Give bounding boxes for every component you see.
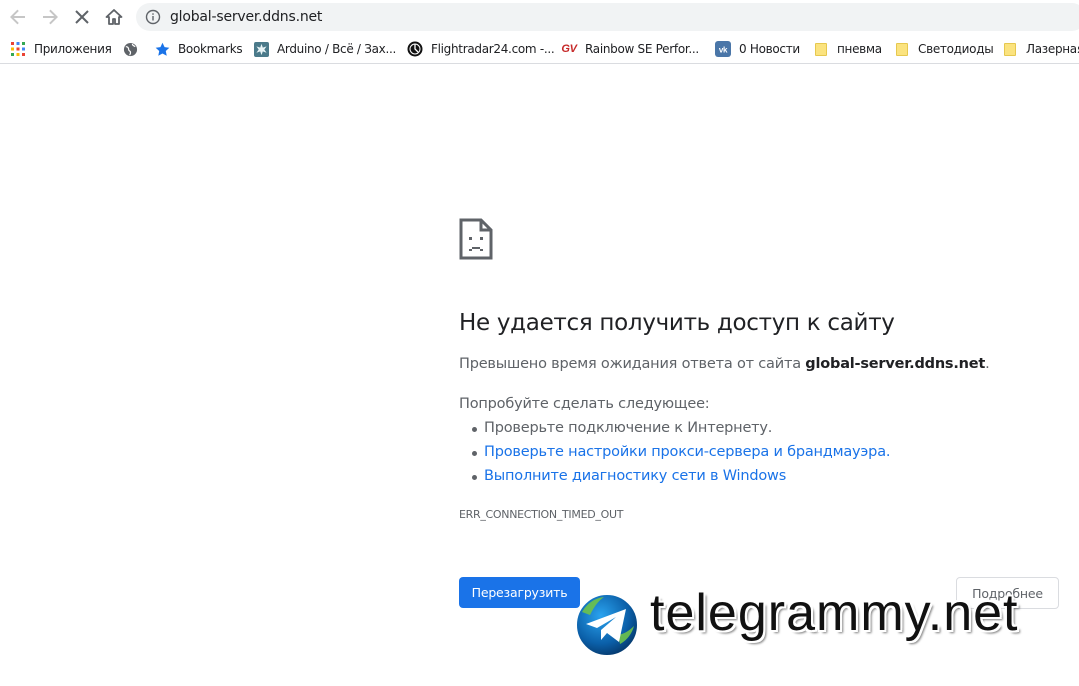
bookmark-label: Светодиоды [918, 42, 994, 56]
flightradar-icon [407, 41, 423, 57]
arduino-icon [253, 41, 269, 57]
bookmark-label: Приложения [34, 42, 112, 56]
bookmark-label: Bookmarks [178, 42, 243, 56]
back-button[interactable] [5, 4, 31, 30]
bookmark-label: 0 Новости [739, 42, 800, 56]
bookmark-apps[interactable]: Приложения [10, 40, 112, 58]
apps-grid-icon [10, 41, 26, 57]
telegram-logo-icon [575, 593, 639, 657]
bookmarks-bar: Приложения Bookmarks Arduino / Всё / Зах… [0, 34, 1079, 64]
suggestion-check-connection: Проверьте подключение к Интернету. [471, 420, 773, 436]
bookmark-rainbow[interactable]: GV Rainbow SE Perfor... [561, 40, 699, 58]
watermark-text: telegrammy.net [650, 584, 1019, 642]
error-message-prefix: Превышено время ожидания ответа от сайта [459, 356, 806, 372]
bookmark-vk[interactable]: vk 0 Новости [715, 40, 800, 58]
folder-icon [894, 41, 910, 57]
bookmark-bookmarks[interactable]: Bookmarks [154, 40, 243, 58]
bookmark-label: пневма [837, 42, 882, 56]
vk-icon: vk [715, 41, 731, 57]
bookmark-globe[interactable] [122, 40, 146, 58]
star-icon [154, 41, 170, 57]
bookmark-folder-pnevma[interactable]: пневма [813, 40, 882, 58]
home-button[interactable] [101, 4, 127, 30]
forward-button[interactable] [37, 4, 63, 30]
error-message: Превышено время ожидания ответа от сайта… [459, 356, 990, 372]
info-icon[interactable] [145, 9, 161, 25]
globe-icon [122, 41, 138, 57]
bookmark-arduino[interactable]: Arduino / Всё / Зах... [253, 40, 396, 58]
home-icon [105, 9, 123, 25]
close-icon [75, 10, 89, 24]
bookmark-label: Rainbow SE Perfor... [585, 42, 699, 56]
error-title: Не удается получить доступ к сайту [459, 310, 895, 336]
bookmark-label: Arduino / Всё / Зах... [277, 42, 396, 56]
sad-page-icon [459, 218, 493, 260]
bookmark-label: Лазерная [1026, 42, 1079, 56]
url-text[interactable]: global-server.ddns.net [170, 9, 322, 25]
suggestions-heading: Попробуйте сделать следующее: [459, 396, 710, 412]
suggestion-run-diagnostics-link[interactable]: Выполните диагностику сети в Windows [471, 468, 786, 484]
bookmark-folder-svetodiody[interactable]: Светодиоды [894, 40, 994, 58]
suggestion-check-proxy-link[interactable]: Проверьте настройки прокси-сервера и бра… [471, 444, 890, 460]
folder-icon [1002, 41, 1018, 57]
stop-button[interactable] [69, 4, 95, 30]
error-message-suffix: . [985, 356, 990, 372]
error-host: global-server.ddns.net [805, 356, 986, 372]
error-code: ERR_CONNECTION_TIMED_OUT [459, 508, 624, 521]
address-bar[interactable]: global-server.ddns.net [136, 3, 1079, 31]
bookmark-folder-lazernaya[interactable]: Лазерная [1002, 40, 1079, 58]
arrow-right-icon [43, 9, 58, 25]
bookmark-label: Flightradar24.com -... [431, 42, 555, 56]
bookmark-flightradar[interactable]: Flightradar24.com -... [407, 40, 555, 58]
folder-icon [813, 41, 829, 57]
browser-toolbar: global-server.ddns.net [0, 0, 1079, 34]
gv-icon: GV [561, 43, 577, 55]
arrow-left-icon [10, 9, 25, 25]
reload-button[interactable]: Перезагрузить [459, 577, 580, 608]
svg-text:vk: vk [719, 46, 728, 55]
